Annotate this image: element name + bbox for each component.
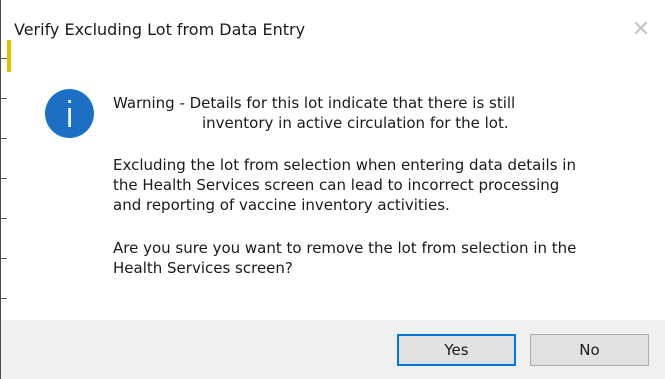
close-icon: ✕	[631, 17, 651, 42]
warning-line-1: Warning - Details for this lot indicate …	[113, 94, 516, 112]
title-bar[interactable]: Verify Excluding Lot from Data Entry ✕	[1, 0, 665, 58]
no-button[interactable]: No	[530, 334, 649, 366]
message-para2-line-2: the Health Services screen can lead to i…	[113, 176, 560, 194]
info-icon	[45, 89, 94, 138]
yes-button[interactable]: Yes	[397, 334, 516, 366]
confirmation-dialog: Verify Excluding Lot from Data Entry ✕ W…	[0, 0, 665, 379]
close-button[interactable]: ✕	[627, 16, 655, 44]
message-para2-line-1: Excluding the lot from selection when en…	[113, 156, 576, 174]
message-para3-line-1: Are you sure you want to remove the lot …	[113, 239, 577, 257]
dialog-title: Verify Excluding Lot from Data Entry	[14, 20, 306, 39]
message-para2-line-3: and reporting of vaccine inventory activ…	[113, 196, 450, 214]
warning-line-2: inventory in active circulation for the …	[202, 114, 509, 132]
message-para3-line-2: Health Services screen?	[113, 259, 293, 277]
